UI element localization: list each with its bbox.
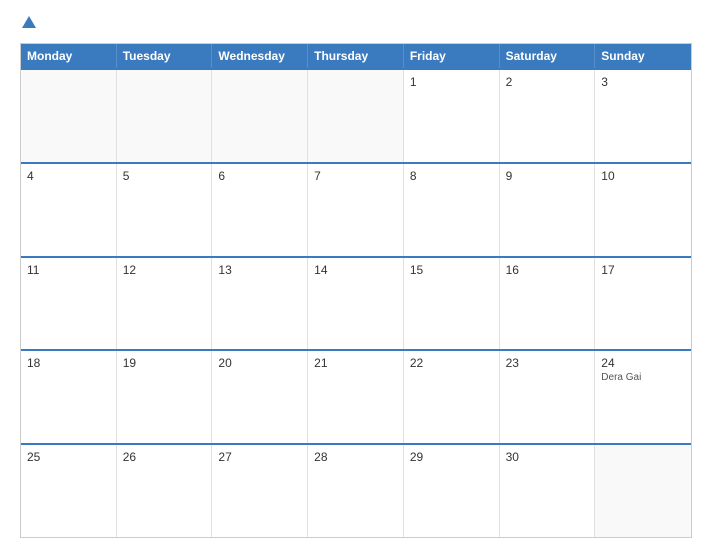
weekday-header-wednesday: Wednesday [212, 44, 308, 68]
day-number: 14 [314, 263, 397, 277]
calendar-cell: 7 [308, 164, 404, 256]
logo [20, 16, 36, 33]
calendar-cell: 28 [308, 445, 404, 537]
calendar-cell: 12 [117, 258, 213, 350]
day-number: 18 [27, 356, 110, 370]
calendar-cell: 14 [308, 258, 404, 350]
calendar-cell: 21 [308, 351, 404, 443]
calendar-cell: 10 [595, 164, 691, 256]
day-number: 5 [123, 169, 206, 183]
calendar-event: Dera Gai [601, 372, 685, 383]
day-number: 4 [27, 169, 110, 183]
day-number: 8 [410, 169, 493, 183]
calendar-cell: 19 [117, 351, 213, 443]
day-number: 30 [506, 450, 589, 464]
weekday-header-monday: Monday [21, 44, 117, 68]
calendar-cell: 18 [21, 351, 117, 443]
day-number: 7 [314, 169, 397, 183]
calendar-cell: 1 [404, 70, 500, 162]
weekday-header-friday: Friday [404, 44, 500, 68]
calendar-cell: 15 [404, 258, 500, 350]
calendar-week-5: 25 26 27 28 29 30 [21, 443, 691, 537]
calendar-cell: 23 [500, 351, 596, 443]
calendar-cell: 4 [21, 164, 117, 256]
day-number: 2 [506, 75, 589, 89]
calendar-week-3: 11 12 13 14 15 16 17 [21, 256, 691, 350]
day-number: 22 [410, 356, 493, 370]
day-number: 17 [601, 263, 685, 277]
calendar-cell: 22 [404, 351, 500, 443]
calendar-cell: 16 [500, 258, 596, 350]
calendar-cell: 11 [21, 258, 117, 350]
calendar-cell: 27 [212, 445, 308, 537]
day-number: 3 [601, 75, 685, 89]
calendar-cell: 6 [212, 164, 308, 256]
logo-triangle-icon [22, 16, 36, 28]
day-number: 15 [410, 263, 493, 277]
day-number: 25 [27, 450, 110, 464]
day-number: 27 [218, 450, 301, 464]
day-number: 20 [218, 356, 301, 370]
calendar-cell: 24 Dera Gai [595, 351, 691, 443]
day-number: 26 [123, 450, 206, 464]
calendar-cell: 30 [500, 445, 596, 537]
calendar-cell [308, 70, 404, 162]
calendar-week-1: 123 [21, 68, 691, 162]
calendar-cell: 26 [117, 445, 213, 537]
day-number: 16 [506, 263, 589, 277]
calendar-cell [595, 445, 691, 537]
calendar-cell: 29 [404, 445, 500, 537]
weekday-header-sunday: Sunday [595, 44, 691, 68]
calendar-cell: 3 [595, 70, 691, 162]
calendar-cell: 17 [595, 258, 691, 350]
calendar-cell [21, 70, 117, 162]
day-number: 24 [601, 356, 685, 370]
calendar-cell: 25 [21, 445, 117, 537]
calendar-week-4: 18 19 20 21 22 23 24 Dera Gai [21, 349, 691, 443]
calendar-cell: 5 [117, 164, 213, 256]
day-number: 23 [506, 356, 589, 370]
day-number: 11 [27, 263, 110, 277]
calendar-cell: 13 [212, 258, 308, 350]
calendar-cell: 2 [500, 70, 596, 162]
calendar-cell [117, 70, 213, 162]
calendar-grid: MondayTuesdayWednesdayThursdayFridaySatu… [20, 43, 692, 538]
calendar-cell: 8 [404, 164, 500, 256]
logo-general-text [20, 16, 36, 32]
weekday-header-thursday: Thursday [308, 44, 404, 68]
calendar-week-2: 456789 10 [21, 162, 691, 256]
weekday-header-tuesday: Tuesday [117, 44, 213, 68]
day-number: 19 [123, 356, 206, 370]
calendar-cell: 20 [212, 351, 308, 443]
day-number: 10 [601, 169, 685, 183]
day-number: 1 [410, 75, 493, 89]
day-number: 6 [218, 169, 301, 183]
day-number: 9 [506, 169, 589, 183]
calendar-cell [212, 70, 308, 162]
day-number: 29 [410, 450, 493, 464]
weekday-header-saturday: Saturday [500, 44, 596, 68]
calendar-cell: 9 [500, 164, 596, 256]
calendar-body: 123456789101112131415161718192021222324D… [21, 68, 691, 537]
day-number: 21 [314, 356, 397, 370]
header [20, 16, 692, 33]
day-number: 28 [314, 450, 397, 464]
calendar-page: MondayTuesdayWednesdayThursdayFridaySatu… [0, 0, 712, 550]
day-number: 12 [123, 263, 206, 277]
day-number: 13 [218, 263, 301, 277]
calendar-header-row: MondayTuesdayWednesdayThursdayFridaySatu… [21, 44, 691, 68]
